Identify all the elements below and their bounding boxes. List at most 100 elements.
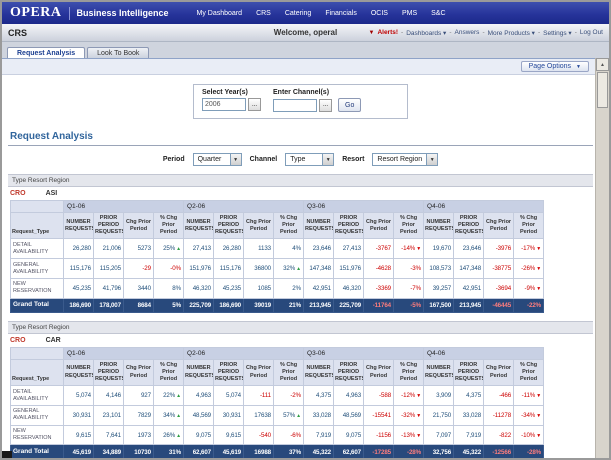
data-cell: -2% bbox=[274, 386, 304, 406]
data-cell: 42,951 bbox=[454, 278, 484, 298]
data-cell: 62,607 bbox=[334, 445, 364, 459]
data-cell: 39,257 bbox=[424, 278, 454, 298]
header-link-more-products[interactable]: More Products ▾ bbox=[488, 29, 535, 37]
content-area: Select Year(s) ... Enter Channel(s) ... … bbox=[2, 84, 609, 460]
data-cell: 45,619 bbox=[214, 445, 244, 459]
column-header: Q1-06 bbox=[64, 201, 184, 213]
data-cell: -4628 bbox=[364, 259, 394, 279]
table-row: NEW RESERVATION45,23541,79634408%46,3204… bbox=[11, 278, 544, 298]
data-cell: 19,670 bbox=[424, 239, 454, 259]
grand-total-label: Grand Total bbox=[11, 445, 64, 459]
trend-up-icon: ▲ bbox=[176, 413, 181, 419]
trend-up-icon: ▲ bbox=[296, 266, 301, 272]
period-select[interactable]: Quarter ▼ bbox=[193, 153, 242, 166]
scroll-thumb[interactable] bbox=[597, 72, 608, 108]
topnav-pms[interactable]: PMS bbox=[402, 10, 417, 17]
data-cell: 46,320 bbox=[334, 278, 364, 298]
data-cell: 26%▲ bbox=[154, 425, 184, 445]
region-value: CAR bbox=[46, 337, 61, 344]
alerts-link[interactable]: Alerts! bbox=[377, 29, 398, 36]
column-header: Chg Prior Period bbox=[364, 213, 394, 239]
data-cell: 30,931 bbox=[214, 405, 244, 425]
data-cell: 2% bbox=[274, 278, 304, 298]
topnav-financials[interactable]: Financials bbox=[325, 10, 357, 17]
column-header: Chg Prior Period bbox=[244, 359, 274, 385]
topnav-ocis[interactable]: OCIS bbox=[371, 10, 388, 17]
data-cell: 213,945 bbox=[304, 298, 334, 312]
resort-select[interactable]: Resort Region ▼ bbox=[372, 153, 438, 166]
trend-down-icon: ▼ bbox=[416, 246, 421, 252]
filter-row: Period Quarter ▼ Channel Type ▼ Resort R… bbox=[8, 153, 593, 166]
trend-down-icon: ▼ bbox=[536, 433, 541, 439]
column-header: % Chg Prior Period bbox=[514, 359, 544, 385]
column-header: Chg Prior Period bbox=[484, 359, 514, 385]
data-cell: 5273 bbox=[124, 239, 154, 259]
data-cell: 9,615 bbox=[64, 425, 94, 445]
column-header: PRIOR PERIOD REQUESTS bbox=[214, 359, 244, 385]
data-cell: -13%▼ bbox=[394, 425, 424, 445]
channel-select[interactable]: Type ▼ bbox=[285, 153, 334, 166]
topnav-s-c[interactable]: S&C bbox=[431, 10, 445, 17]
column-header: Q2-06 bbox=[184, 201, 304, 213]
data-cell: 1085 bbox=[244, 278, 274, 298]
vertical-scrollbar[interactable]: ▲ bbox=[595, 58, 609, 458]
region-value: ASI bbox=[46, 190, 58, 197]
window-corner bbox=[2, 451, 12, 458]
column-header: % Chg Prior Period bbox=[154, 213, 184, 239]
data-cell: 27,413 bbox=[184, 239, 214, 259]
row-label: DETAIL AVAILABILITY bbox=[11, 386, 64, 406]
topnav-catering[interactable]: Catering bbox=[285, 10, 311, 17]
scroll-up-button[interactable]: ▲ bbox=[596, 58, 609, 71]
topnav-crs[interactable]: CRS bbox=[256, 10, 271, 17]
header-link-answers[interactable]: Answers bbox=[455, 29, 480, 36]
data-cell: -34%▼ bbox=[514, 405, 544, 425]
data-cell: 17638 bbox=[244, 405, 274, 425]
header-link-settings[interactable]: Settings ▾ bbox=[543, 29, 572, 37]
go-button[interactable]: Go bbox=[338, 98, 361, 112]
column-header: NUMBER REQUESTS bbox=[184, 359, 214, 385]
data-cell: 10730 bbox=[124, 445, 154, 459]
title-divider bbox=[8, 145, 593, 146]
data-cell: 147,348 bbox=[304, 259, 334, 279]
column-header: % Chg Prior Period bbox=[514, 213, 544, 239]
data-cell: -22% bbox=[514, 298, 544, 312]
trend-up-icon: ▲ bbox=[176, 433, 181, 439]
data-cell: 46,320 bbox=[184, 278, 214, 298]
data-cell: 33,028 bbox=[304, 405, 334, 425]
cro-line: CROASI bbox=[8, 187, 593, 200]
topnav-my-dashboard[interactable]: My Dashboard bbox=[197, 10, 243, 17]
data-cell: 45,322 bbox=[454, 445, 484, 459]
data-cell: 4,963 bbox=[334, 386, 364, 406]
data-cell: -11%▼ bbox=[514, 386, 544, 406]
column-header: Q1-06 bbox=[64, 347, 184, 359]
channel-input[interactable] bbox=[273, 99, 317, 112]
year-browse-button[interactable]: ... bbox=[248, 98, 261, 111]
data-cell: 7,919 bbox=[304, 425, 334, 445]
year-prompt: Select Year(s) ... bbox=[202, 89, 261, 112]
header-link-log-out[interactable]: Log Out bbox=[580, 29, 603, 36]
channel-browse-button[interactable]: ... bbox=[319, 99, 332, 112]
tab-look-to-book[interactable]: Look To Book bbox=[87, 47, 149, 58]
channel-filter-label: Channel bbox=[250, 156, 278, 163]
data-cell: -46445 bbox=[484, 298, 514, 312]
page-options-button[interactable]: Page Options ▼ bbox=[521, 61, 589, 72]
data-cell: 41,796 bbox=[94, 278, 124, 298]
data-cell: -9%▼ bbox=[514, 278, 544, 298]
data-cell: -5% bbox=[394, 298, 424, 312]
data-cell: 45,322 bbox=[304, 445, 334, 459]
tab-request-analysis[interactable]: Request Analysis bbox=[7, 47, 85, 58]
table-row: GENERAL AVAILABILITY30,93123,101782934%▲… bbox=[11, 405, 544, 425]
data-cell: 5% bbox=[154, 298, 184, 312]
header-link-dashboards[interactable]: Dashboards ▾ bbox=[406, 29, 446, 37]
year-input[interactable] bbox=[202, 98, 246, 111]
pivot-table-car: Q1-06Q2-06Q3-06Q4-06Request_TypeNUMBER R… bbox=[10, 347, 544, 460]
data-cell: -32%▼ bbox=[394, 405, 424, 425]
page-options-bar: Page Options ▼ bbox=[2, 59, 609, 75]
data-cell: 36800 bbox=[244, 259, 274, 279]
period-label: Period bbox=[163, 156, 185, 163]
chevron-down-icon: ▼ bbox=[322, 154, 333, 165]
trend-down-icon: ▼ bbox=[536, 286, 541, 292]
data-cell: 32,756 bbox=[424, 445, 454, 459]
column-header: NUMBER REQUESTS bbox=[184, 213, 214, 239]
product-subtitle: Business Intelligence bbox=[77, 8, 169, 18]
